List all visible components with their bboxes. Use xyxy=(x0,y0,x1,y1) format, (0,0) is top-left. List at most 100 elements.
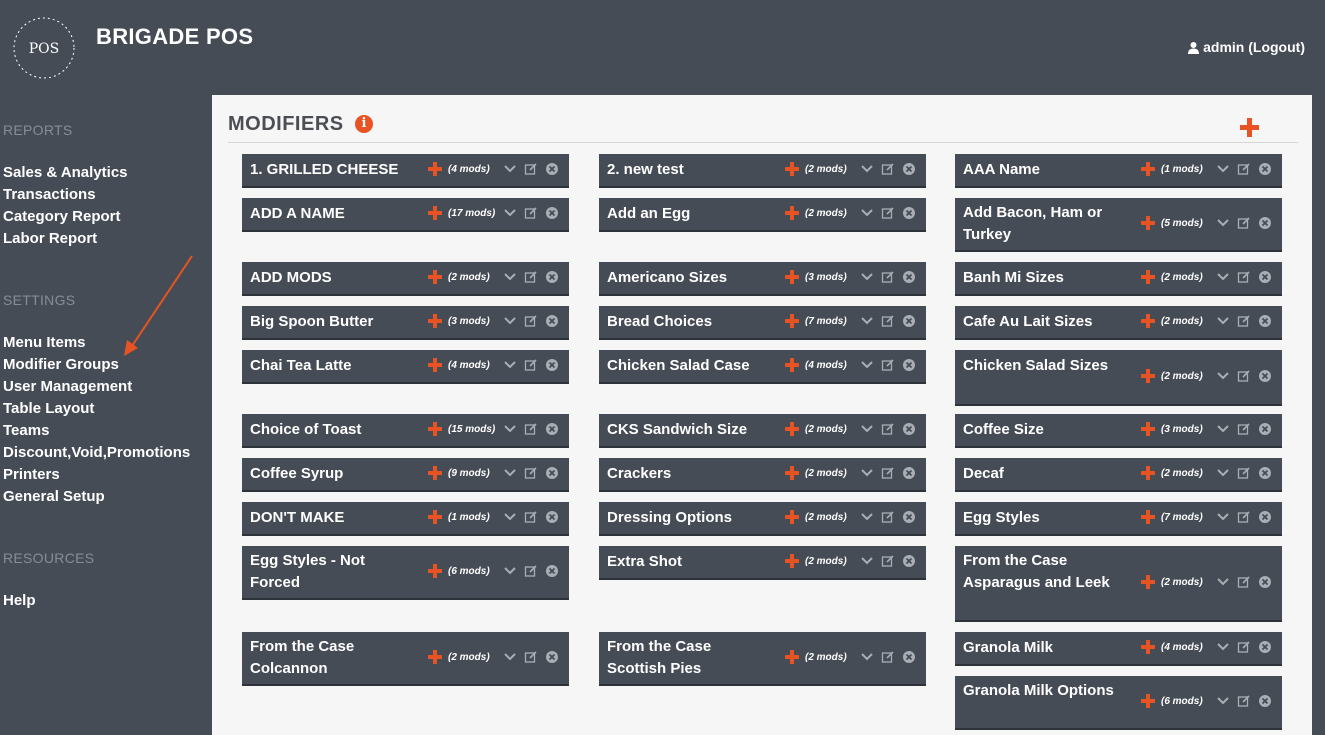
modifier-group-card[interactable]: Extra Shot (2 mods) xyxy=(599,546,926,580)
chevron-down-icon[interactable] xyxy=(1216,575,1230,589)
modifier-group-card[interactable]: Chicken Salad Sizes (2 mods) xyxy=(955,350,1282,406)
close-icon[interactable] xyxy=(545,162,559,176)
edit-icon[interactable] xyxy=(1237,422,1251,436)
add-modifier-icon[interactable] xyxy=(785,206,799,220)
modifier-group-card[interactable]: Granola Milk (4 mods) xyxy=(955,632,1282,666)
edit-icon[interactable] xyxy=(524,466,538,480)
chevron-down-icon[interactable] xyxy=(1216,162,1230,176)
modifier-group-card[interactable]: Coffee Syrup (9 mods) xyxy=(242,458,569,492)
close-icon[interactable] xyxy=(545,650,559,664)
modifier-group-card[interactable]: Chai Tea Latte (4 mods) xyxy=(242,350,569,384)
modifier-group-card[interactable]: Dressing Options (2 mods) xyxy=(599,502,926,536)
add-modifier-icon[interactable] xyxy=(785,314,799,328)
modifier-group-card[interactable]: From the Case Colcannon (2 mods) xyxy=(242,632,569,686)
modifier-group-card[interactable]: DON'T MAKE (1 mods) xyxy=(242,502,569,536)
chevron-down-icon[interactable] xyxy=(1216,640,1230,654)
close-icon[interactable] xyxy=(902,270,916,284)
close-icon[interactable] xyxy=(1258,314,1272,328)
sidebar-item-modifier-groups[interactable]: Modifier Groups xyxy=(3,356,119,373)
add-modifier-icon[interactable] xyxy=(1141,369,1155,383)
edit-icon[interactable] xyxy=(524,206,538,220)
chevron-down-icon[interactable] xyxy=(1216,422,1230,436)
modifier-group-card[interactable]: From the Case Scottish Pies (2 mods) xyxy=(599,632,926,686)
close-icon[interactable] xyxy=(545,270,559,284)
close-icon[interactable] xyxy=(545,314,559,328)
edit-icon[interactable] xyxy=(881,650,895,664)
chevron-down-icon[interactable] xyxy=(860,206,874,220)
modifier-group-card[interactable]: Crackers (2 mods) xyxy=(599,458,926,492)
sidebar-item-discount-void-promotions[interactable]: Discount,Void,Promotions xyxy=(3,444,190,461)
add-modifier-icon[interactable] xyxy=(428,270,442,284)
add-modifier-icon[interactable] xyxy=(785,358,799,372)
add-modifier-group-button[interactable] xyxy=(1239,117,1261,139)
chevron-down-icon[interactable] xyxy=(1216,216,1230,230)
close-icon[interactable] xyxy=(902,510,916,524)
edit-icon[interactable] xyxy=(524,422,538,436)
edit-icon[interactable] xyxy=(881,510,895,524)
sidebar-item-user-management[interactable]: User Management xyxy=(3,378,132,395)
edit-icon[interactable] xyxy=(1237,369,1251,383)
sidebar-item-menu-items[interactable]: Menu Items xyxy=(3,334,86,351)
chevron-down-icon[interactable] xyxy=(503,650,517,664)
close-icon[interactable] xyxy=(545,206,559,220)
sidebar-item-printers[interactable]: Printers xyxy=(3,466,60,483)
add-modifier-icon[interactable] xyxy=(785,422,799,436)
info-icon[interactable]: i xyxy=(355,115,373,133)
modifier-group-card[interactable]: Choice of Toast (15 mods) xyxy=(242,414,569,448)
close-icon[interactable] xyxy=(1258,575,1272,589)
modifier-group-card[interactable]: Egg Styles (7 mods) xyxy=(955,502,1282,536)
modifier-group-card[interactable]: Granola Milk Options (6 mods) xyxy=(955,676,1282,730)
close-icon[interactable] xyxy=(902,314,916,328)
chevron-down-icon[interactable] xyxy=(1216,270,1230,284)
close-icon[interactable] xyxy=(545,510,559,524)
edit-icon[interactable] xyxy=(881,466,895,480)
edit-icon[interactable] xyxy=(524,314,538,328)
add-modifier-icon[interactable] xyxy=(785,466,799,480)
modifier-group-card[interactable]: Americano Sizes (3 mods) xyxy=(599,262,926,296)
edit-icon[interactable] xyxy=(524,510,538,524)
edit-icon[interactable] xyxy=(881,314,895,328)
sidebar-item-sales-analytics[interactable]: Sales & Analytics xyxy=(3,164,128,181)
chevron-down-icon[interactable] xyxy=(503,358,517,372)
close-icon[interactable] xyxy=(545,422,559,436)
chevron-down-icon[interactable] xyxy=(503,564,517,578)
add-modifier-icon[interactable] xyxy=(1141,216,1155,230)
edit-icon[interactable] xyxy=(881,270,895,284)
modifier-group-card[interactable]: Add an Egg (2 mods) xyxy=(599,198,926,232)
add-modifier-icon[interactable] xyxy=(785,554,799,568)
sidebar-item-help[interactable]: Help xyxy=(3,592,36,609)
chevron-down-icon[interactable] xyxy=(1216,510,1230,524)
edit-icon[interactable] xyxy=(881,422,895,436)
chevron-down-icon[interactable] xyxy=(860,650,874,664)
close-icon[interactable] xyxy=(902,466,916,480)
close-icon[interactable] xyxy=(1258,216,1272,230)
edit-icon[interactable] xyxy=(1237,314,1251,328)
close-icon[interactable] xyxy=(902,650,916,664)
chevron-down-icon[interactable] xyxy=(1216,466,1230,480)
sidebar-item-labor-report[interactable]: Labor Report xyxy=(3,230,97,247)
close-icon[interactable] xyxy=(1258,270,1272,284)
close-icon[interactable] xyxy=(902,422,916,436)
add-modifier-icon[interactable] xyxy=(1141,510,1155,524)
edit-icon[interactable] xyxy=(1237,466,1251,480)
modifier-group-card[interactable]: CKS Sandwich Size (2 mods) xyxy=(599,414,926,448)
add-modifier-icon[interactable] xyxy=(428,358,442,372)
modifier-group-card[interactable]: Chicken Salad Case (4 mods) xyxy=(599,350,926,384)
modifier-group-card[interactable]: AAA Name (1 mods) xyxy=(955,154,1282,188)
add-modifier-icon[interactable] xyxy=(1141,314,1155,328)
edit-icon[interactable] xyxy=(1237,640,1251,654)
chevron-down-icon[interactable] xyxy=(1216,369,1230,383)
add-modifier-icon[interactable] xyxy=(428,206,442,220)
user-logout-link[interactable]: admin (Logout) xyxy=(1188,39,1305,55)
chevron-down-icon[interactable] xyxy=(1216,694,1230,708)
chevron-down-icon[interactable] xyxy=(503,466,517,480)
modifier-group-card[interactable]: Bread Choices (7 mods) xyxy=(599,306,926,340)
add-modifier-icon[interactable] xyxy=(1141,694,1155,708)
modifier-group-card[interactable]: Big Spoon Butter (3 mods) xyxy=(242,306,569,340)
edit-icon[interactable] xyxy=(524,162,538,176)
chevron-down-icon[interactable] xyxy=(1216,314,1230,328)
close-icon[interactable] xyxy=(902,206,916,220)
modifier-group-card[interactable]: Add Bacon, Ham or Turkey (5 mods) xyxy=(955,198,1282,252)
close-icon[interactable] xyxy=(902,554,916,568)
chevron-down-icon[interactable] xyxy=(860,422,874,436)
